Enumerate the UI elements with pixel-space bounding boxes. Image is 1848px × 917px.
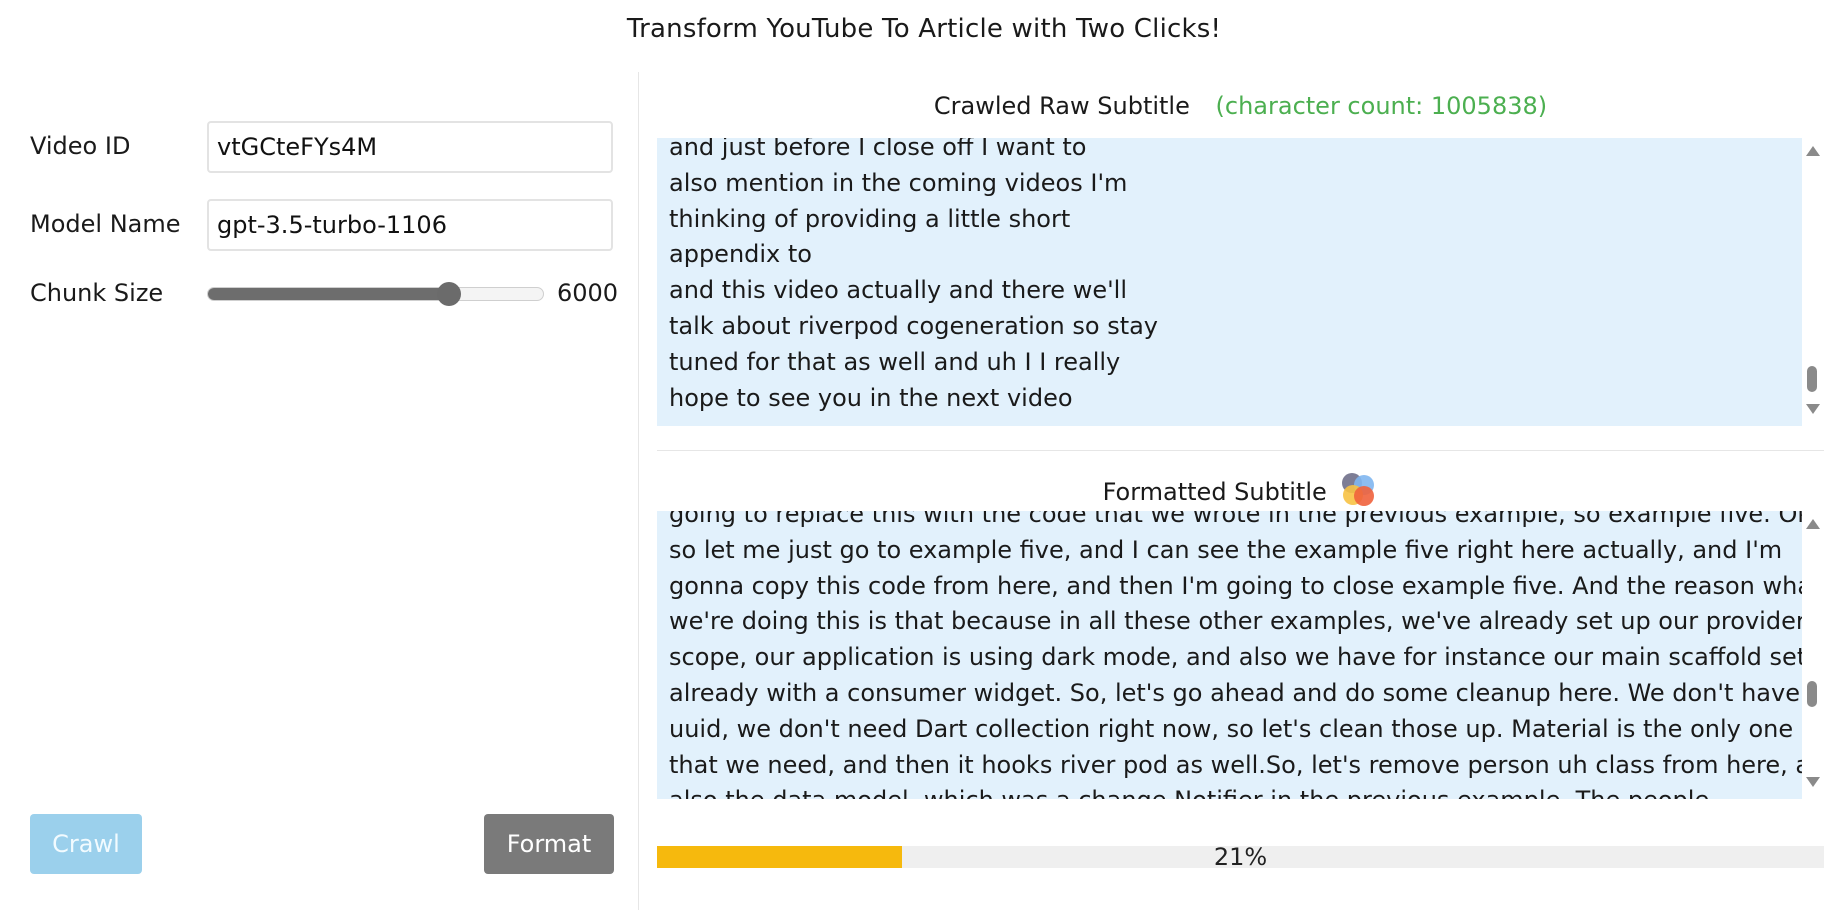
app-title: Transform YouTube To Article with Two Cl… [626,14,1222,44]
raw-subtitle-header: Crawled Raw Subtitle (character count: 1… [657,92,1824,120]
raw-line: appendix to [669,240,812,269]
formatted-line: also the data model, which was a change … [669,783,1792,799]
formatted-line: uuid, we don't need Dart collection righ… [669,714,1794,743]
model-name-label: Model Name [30,210,181,238]
raw-subtitle-title: Crawled Raw Subtitle [933,92,1190,120]
character-count: (character count: 1005838) [1215,92,1548,120]
formatted-line: going to replace this with the code that… [669,511,1802,528]
scrollbar-thumb[interactable] [1807,681,1817,707]
raw-line: hope to see you in the next video [669,383,1073,412]
formatted-line: gonna copy this code from here, and then… [669,571,1802,600]
formatted-line: scope, our application is using dark mod… [669,643,1802,672]
formatted-subtitle-title: Formatted Subtitle [1102,478,1327,506]
raw-line: tuned for that as well and uh I I really [669,347,1121,376]
progress-bar: 21% [657,843,1824,871]
raw-line: and this video actually and there we'll [669,276,1128,305]
raw-line: thinking of providing a little short [669,204,1071,233]
scroll-up-arrow-icon[interactable] [1806,146,1820,156]
video-id-input[interactable] [207,121,613,173]
scroll-up-arrow-icon[interactable] [1806,519,1820,529]
chunk-size-value: 6000 [557,279,619,307]
raw-subtitle-scrollbar[interactable] [1802,138,1822,426]
loading-spinner-icon [1340,471,1378,507]
scroll-down-arrow-icon[interactable] [1806,404,1820,414]
raw-subtitle-text: and just before I close off I want to als… [669,138,1792,416]
chunk-size-slider[interactable] [207,282,544,306]
formatted-subtitle-text: going to replace this with the code that… [669,511,1802,799]
progress-percent: 21% [1213,843,1268,871]
crawl-button[interactable]: Crawl [30,814,142,874]
scroll-down-arrow-icon[interactable] [1806,777,1820,787]
model-name-input[interactable] [207,199,613,251]
formatted-subtitle-textarea[interactable]: going to replace this with the code that… [657,511,1802,799]
chunk-size-label: Chunk Size [30,279,164,307]
panel-divider [638,72,639,910]
panel-separator [657,450,1824,451]
format-button[interactable]: Format [484,814,614,874]
formatted-line: that we need, and then it hooks river po… [669,750,1802,779]
formatted-line: so let me just go to example five, and I… [669,535,1783,564]
chunk-size-slider-fill [208,288,450,300]
formatted-subtitle-header: Formatted Subtitle [657,471,1824,507]
formatted-line: we're doing this is that because in all … [669,607,1802,636]
formatted-subtitle-scrollbar[interactable] [1802,511,1822,799]
video-id-label: Video ID [30,132,131,160]
formatted-line: already with a consumer widget. So, let'… [669,678,1800,707]
chunk-size-slider-thumb[interactable] [437,282,462,306]
raw-line: also mention in the coming videos I'm [669,168,1128,197]
raw-line: talk about riverpod cogeneration so stay [669,311,1159,340]
scrollbar-thumb[interactable] [1807,366,1817,392]
raw-subtitle-textarea[interactable]: and just before I close off I want to als… [657,138,1802,426]
raw-line: and just before I close off I want to [669,138,1087,161]
